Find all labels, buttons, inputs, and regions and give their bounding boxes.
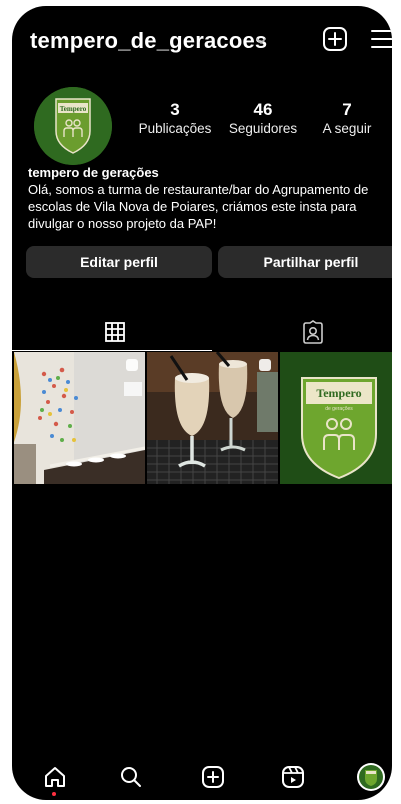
create-icon (202, 766, 224, 788)
username-title[interactable]: tempero_de_geracoes (30, 28, 267, 54)
posts-count: 3 (170, 100, 180, 119)
bio-text: Olá, somos a turma de restaurante/bar do… (28, 182, 369, 231)
tab-posts-grid[interactable] (20, 312, 210, 352)
tempero-logo-icon: Tempero (34, 87, 112, 165)
create-post-icon[interactable] (322, 26, 348, 52)
share-profile-button[interactable]: Partilhar perfil (218, 246, 392, 278)
active-tab-indicator (12, 350, 212, 351)
post-thumbnail[interactable] (14, 352, 145, 484)
followers-label: Seguidores (228, 121, 298, 136)
following-count: 7 (342, 100, 352, 119)
instagram-profile-screen: tempero_de_geracoes Tempero 3 Publicaçõe… (12, 6, 392, 800)
search-icon (121, 767, 141, 787)
reels-icon (282, 766, 304, 788)
multiple-photos-icon (126, 359, 138, 371)
posts-grid: Tempero de gerações (12, 352, 392, 484)
post-logo-sub: de gerações (325, 406, 353, 412)
menu-icon[interactable] (370, 28, 392, 50)
multiple-photos-icon (259, 359, 271, 371)
nav-home[interactable] (40, 762, 70, 792)
stat-posts[interactable]: 3 Publicações (132, 100, 218, 138)
nav-search[interactable] (116, 762, 146, 792)
svg-text:Tempero: Tempero (60, 105, 87, 113)
followers-count: 46 (253, 100, 273, 119)
post-thumbnail[interactable] (147, 352, 278, 484)
profile-avatar-icon (357, 763, 385, 791)
display-name: tempero de gerações (28, 165, 159, 180)
home-icon (45, 767, 65, 787)
profile-bio: tempero de gerações Olá, somos a turma d… (28, 164, 390, 232)
posts-label: Publicações (138, 121, 212, 136)
tagged-icon (303, 320, 323, 344)
nav-create[interactable] (198, 762, 228, 792)
profile-header: tempero_de_geracoes (12, 24, 392, 60)
tempero-logo-photo: Tempero de gerações (280, 352, 392, 484)
following-label: A seguir (322, 121, 372, 136)
profile-tabs (12, 312, 392, 352)
tab-tagged[interactable] (218, 312, 392, 352)
stat-followers[interactable]: 46 Seguidores (220, 100, 306, 138)
post-thumbnail[interactable]: Tempero de gerações (280, 352, 392, 484)
nav-reels[interactable] (278, 762, 308, 792)
chevron-down-icon[interactable] (254, 34, 268, 48)
notification-dot (52, 792, 56, 796)
profile-avatar[interactable]: Tempero (34, 87, 112, 165)
nav-profile[interactable] (356, 762, 386, 792)
stat-following[interactable]: 7 A seguir (312, 100, 382, 138)
post-logo-brand: Tempero (316, 386, 361, 400)
edit-profile-button[interactable]: Editar perfil (26, 246, 212, 278)
bottom-navigation (12, 754, 392, 800)
grid-icon (105, 322, 125, 342)
